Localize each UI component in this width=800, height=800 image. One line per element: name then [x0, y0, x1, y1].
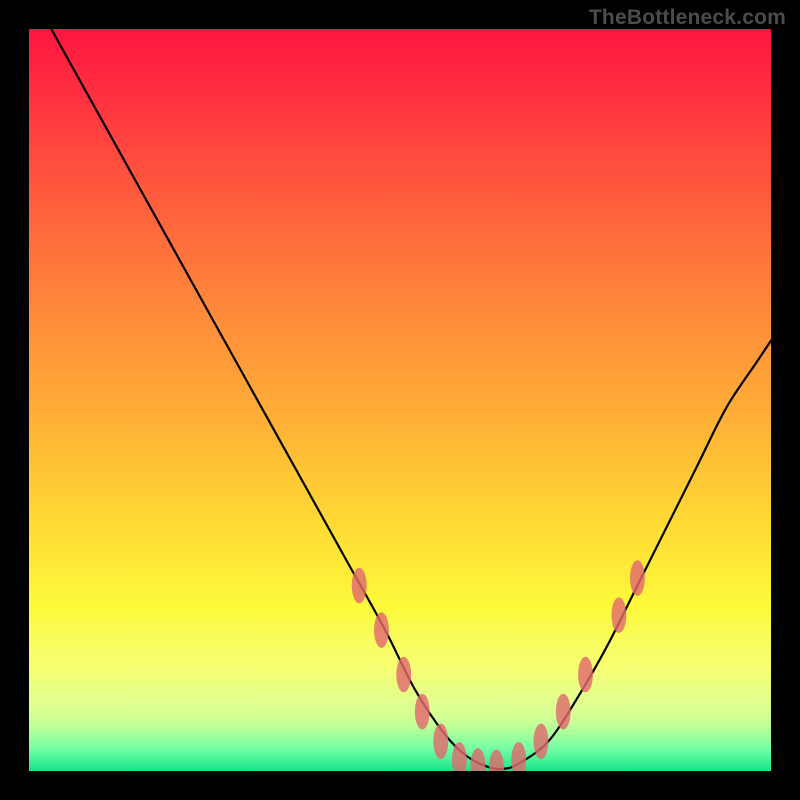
markers-layer	[29, 29, 771, 771]
markers-group	[352, 560, 645, 771]
plot-area	[29, 29, 771, 771]
curve-marker	[415, 694, 430, 730]
curve-marker	[470, 748, 485, 771]
curve-marker	[630, 560, 645, 596]
curve-marker	[396, 657, 411, 693]
curve-marker	[556, 694, 571, 730]
curve-marker	[489, 749, 504, 771]
curve-marker	[611, 597, 626, 633]
curve-marker	[433, 724, 448, 760]
curve-marker	[452, 742, 467, 771]
watermark-text: TheBottleneck.com	[589, 6, 786, 30]
curve-marker	[352, 568, 367, 604]
curve-marker	[534, 724, 549, 760]
curve-marker	[578, 657, 593, 693]
curve-marker	[374, 612, 389, 648]
curve-marker	[511, 742, 526, 771]
chart-stage: TheBottleneck.com	[0, 0, 800, 800]
